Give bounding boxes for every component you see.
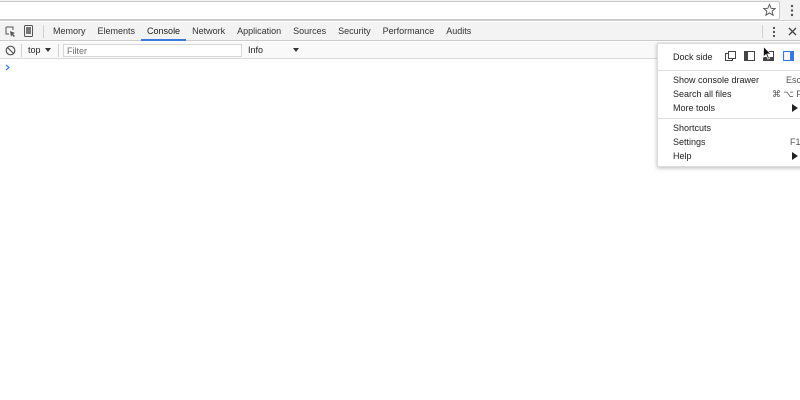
dock-side-label: Dock side xyxy=(673,52,713,62)
customize-devtools-icon[interactable] xyxy=(772,26,776,38)
shortcut-label: Esc xyxy=(786,75,800,85)
dropdown-arrow-icon[interactable] xyxy=(45,48,51,52)
tab-console[interactable]: Console xyxy=(141,22,187,41)
shortcut-label: F1 xyxy=(790,137,800,147)
close-icon[interactable] xyxy=(788,27,797,36)
browser-toolbar xyxy=(0,0,800,21)
submenu-arrow-icon xyxy=(792,152,798,160)
dock-left-icon[interactable] xyxy=(744,51,755,61)
panel-tabs: Memory Elements Console Network Applicat… xyxy=(47,22,477,41)
menu-item-more-tools[interactable]: More tools xyxy=(658,101,800,115)
device-toolbar-icon[interactable] xyxy=(24,25,33,37)
inspect-element-icon[interactable] xyxy=(5,26,16,37)
toolbar-divider xyxy=(43,25,44,38)
filter-input[interactable] xyxy=(63,44,242,57)
devtools-menu: Dock side Show console drawer Esc Search… xyxy=(657,43,800,167)
log-level-select[interactable]: Info xyxy=(248,43,263,58)
console-prompt-icon xyxy=(5,64,10,71)
shortcut-label: ⌘ ⌥ F xyxy=(772,89,800,99)
menu-item-search-all-files[interactable]: Search all files ⌘ ⌥ F xyxy=(658,87,800,101)
toolbar-divider xyxy=(21,44,22,57)
tab-security[interactable]: Security xyxy=(332,22,377,41)
dock-right-icon[interactable] xyxy=(783,51,794,61)
mouse-cursor-icon xyxy=(763,46,772,60)
menu-item-shortcuts[interactable]: Shortcuts xyxy=(658,121,800,135)
toolbar-divider xyxy=(58,44,59,57)
bookmark-star-icon[interactable] xyxy=(763,3,776,17)
tab-network[interactable]: Network xyxy=(186,22,231,41)
dropdown-arrow-icon[interactable] xyxy=(293,48,299,52)
address-bar[interactable] xyxy=(0,1,780,20)
menu-item-settings[interactable]: Settings F1 xyxy=(658,135,800,149)
menu-divider xyxy=(658,70,800,71)
menu-divider xyxy=(658,118,800,119)
tab-sources[interactable]: Sources xyxy=(287,22,332,41)
browser-menu-icon[interactable] xyxy=(790,4,794,17)
tab-performance[interactable]: Performance xyxy=(377,22,441,41)
toolbar-divider xyxy=(762,25,763,38)
tab-memory[interactable]: Memory xyxy=(47,22,92,41)
devtools-tabbar: Memory Elements Console Network Applicat… xyxy=(0,22,800,41)
tab-application[interactable]: Application xyxy=(231,22,287,41)
undock-icon[interactable] xyxy=(725,51,736,61)
menu-item-help[interactable]: Help xyxy=(658,149,800,163)
execution-context-select[interactable]: top xyxy=(28,43,41,58)
tab-elements[interactable]: Elements xyxy=(92,22,142,41)
submenu-arrow-icon xyxy=(792,104,798,112)
tab-audits[interactable]: Audits xyxy=(440,22,477,41)
clear-console-icon[interactable] xyxy=(5,45,16,56)
menu-item-show-console-drawer[interactable]: Show console drawer Esc xyxy=(658,73,800,87)
